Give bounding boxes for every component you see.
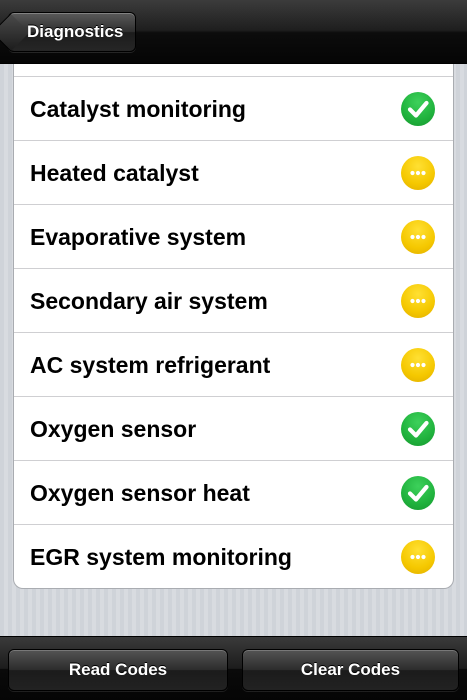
monitor-label: Oxygen sensor heat xyxy=(30,480,250,506)
monitor-label: Heated catalyst xyxy=(30,160,199,186)
read-codes-button[interactable]: Read Codes xyxy=(8,649,228,691)
monitor-label: Oxygen sensor xyxy=(30,416,197,442)
monitor-label: Secondary air system xyxy=(30,288,268,314)
table-row[interactable]: EGR system monitoring xyxy=(14,524,453,588)
ellipsis-icon xyxy=(401,220,435,254)
monitor-label: EGR system monitoring xyxy=(30,544,292,570)
back-arrow-icon xyxy=(0,13,30,52)
ellipsis-icon xyxy=(401,348,435,382)
checkmark-icon xyxy=(401,412,435,446)
table-row[interactable]: Oxygen sensor heat xyxy=(14,460,453,524)
table-row[interactable]: Evaporative system xyxy=(14,204,453,268)
bottom-toolbar: Read Codes Clear Codes xyxy=(0,636,467,700)
monitor-status-table[interactable]: Catalyst monitoring Heated catalyst Evap… xyxy=(13,64,454,589)
navigation-bar: Diagnostics xyxy=(0,0,467,64)
checkmark-icon xyxy=(401,92,435,126)
table-row[interactable]: Secondary air system xyxy=(14,268,453,332)
ellipsis-icon xyxy=(401,540,435,574)
ellipsis-icon xyxy=(401,284,435,318)
monitor-label: AC system refrigerant xyxy=(30,352,271,378)
table-row[interactable]: Heated catalyst xyxy=(14,140,453,204)
table-row[interactable]: Catalyst monitoring xyxy=(14,76,453,140)
table-row[interactable]: Oxygen sensor xyxy=(14,396,453,460)
back-button[interactable]: Diagnostics xyxy=(0,12,137,52)
checkmark-icon xyxy=(401,476,435,510)
monitor-label: Catalyst monitoring xyxy=(30,96,246,122)
back-button-label: Diagnostics xyxy=(27,22,124,41)
monitor-label: Evaporative system xyxy=(30,224,247,250)
ellipsis-icon xyxy=(401,156,435,190)
clear-codes-button[interactable]: Clear Codes xyxy=(242,649,459,691)
table-row[interactable]: AC system refrigerant xyxy=(14,332,453,396)
